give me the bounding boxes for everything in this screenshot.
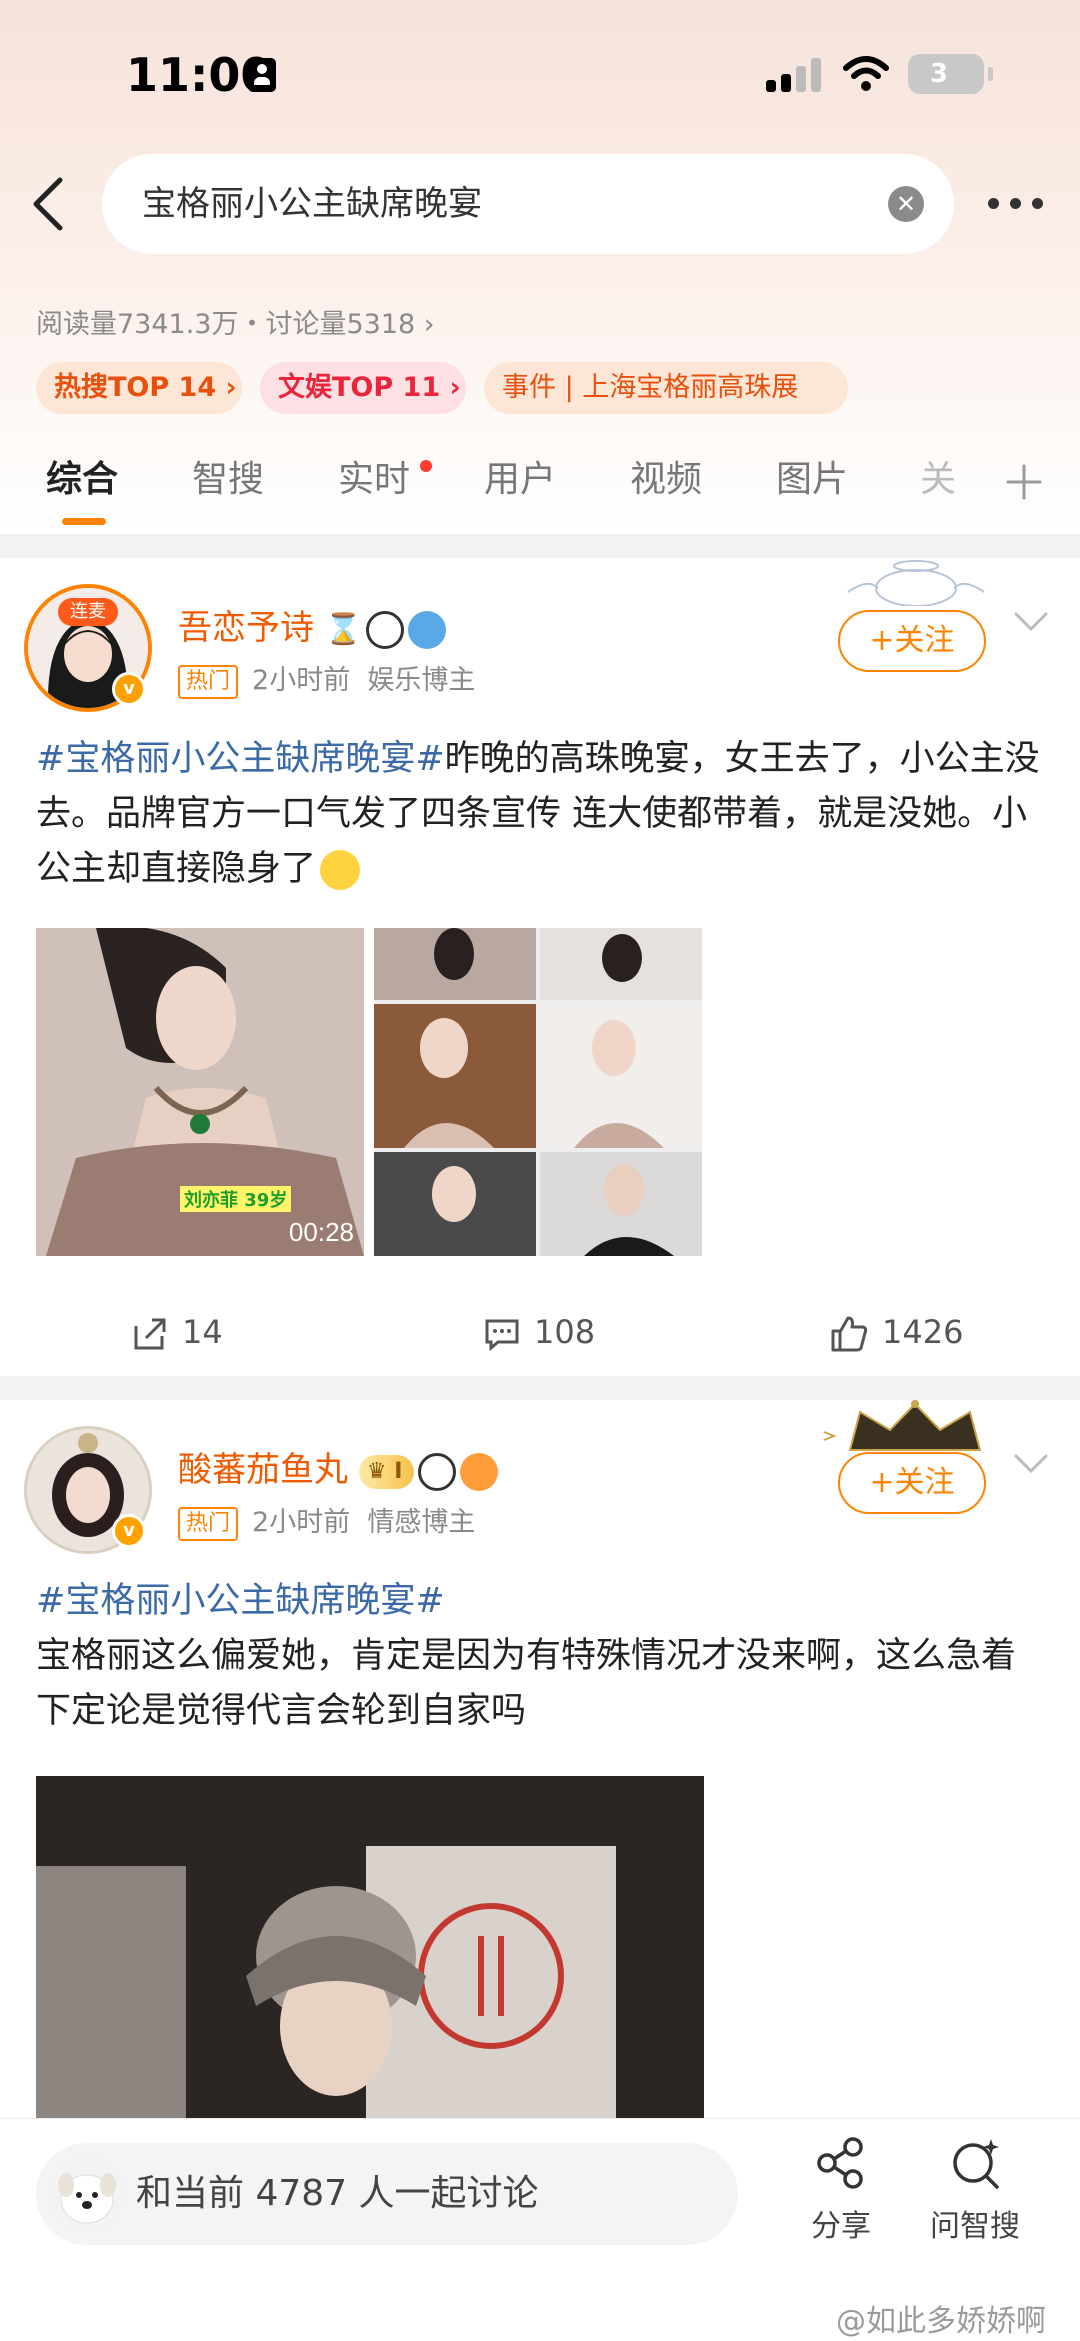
comment-icon — [485, 1319, 519, 1352]
tab-users[interactable]: 用户 — [484, 448, 556, 512]
post-time: 2小时前 — [252, 1507, 351, 1538]
bottom-bar: 和当前 4787 人一起讨论 分享 问智搜 — [0, 2118, 1080, 2278]
post-meta: 热门 2小时前 情感博主 — [178, 1500, 475, 1541]
tab-comprehensive[interactable]: 综合 — [46, 448, 118, 512]
tag-entertainment[interactable]: 文娱TOP 11 › — [260, 362, 466, 414]
verified-badge-icon: v — [112, 672, 146, 706]
search-query: 宝格丽小公主缺席晚宴 — [142, 184, 482, 224]
post-body-text: 宝格丽这么偏爱她，肯定是因为有特殊情况才没来啊，这么急着下定论是觉得代言会轮到自… — [36, 1636, 1017, 1731]
smart-search-icon — [953, 2139, 999, 2189]
tab-more-partial[interactable]: 关 — [920, 448, 956, 512]
add-tab-icon[interactable] — [1004, 462, 1044, 502]
discussion-text: 和当前 4787 人一起讨论 — [136, 2173, 539, 2214]
post-username[interactable]: 酸蕃茄鱼丸 ♛ I — [178, 1442, 499, 1491]
watermark: @如此多娇娇啊 — [836, 2304, 1046, 2339]
section-divider — [0, 534, 1080, 558]
video-caption-sticker: 刘亦菲 39岁 — [180, 1186, 292, 1212]
post-actions: 14 108 1426 — [0, 1292, 1080, 1372]
tab-videos[interactable]: 视频 — [630, 448, 702, 512]
post-username[interactable]: 吾恋予诗 ⌛ — [178, 600, 447, 649]
topic-stats[interactable]: 阅读量7341.3万・讨论量5318 › — [36, 302, 435, 341]
dog-avatar — [48, 2155, 126, 2233]
tab-bar: 综合 智搜 实时 用户 视频 图片 关 — [0, 448, 1080, 534]
verified-badge-icon: v — [112, 1514, 146, 1548]
join-discussion-button[interactable]: 和当前 4787 人一起讨论 — [36, 2143, 738, 2245]
photo-collage[interactable] — [374, 928, 702, 1256]
chevron-down-icon[interactable] — [1012, 610, 1050, 634]
battery-icon: 3 — [908, 54, 993, 94]
tab-images[interactable]: 图片 — [776, 448, 848, 512]
panda-icon — [366, 610, 405, 649]
repost-button[interactable]: 14 — [132, 1292, 223, 1372]
battery-level: 3 — [929, 59, 949, 89]
post-role: 情感博主 — [367, 1507, 476, 1538]
chevron-down-icon[interactable] — [1012, 1452, 1050, 1476]
wifi-icon — [843, 56, 889, 91]
crown-level-badge: ♛ I — [358, 1454, 415, 1489]
like-count: 1426 — [882, 1313, 964, 1351]
post-hashtag[interactable]: #宝格丽小公主缺席晚宴# — [36, 739, 445, 779]
clear-search-button[interactable]: ✕ — [888, 186, 924, 222]
video-duration: 00:28 — [288, 1217, 354, 1247]
share-button[interactable]: 分享 — [786, 2135, 896, 2245]
share-label: 分享 — [811, 2209, 871, 2244]
level-text: I — [394, 1458, 403, 1484]
tab-realtime[interactable]: 实时 — [338, 448, 410, 512]
hourglass-icon: ⌛ — [324, 612, 363, 647]
post-role: 娱乐博主 — [367, 665, 476, 696]
follow-button[interactable]: +关注 — [838, 610, 986, 672]
post-time: 2小时前 — [252, 665, 351, 696]
username-text: 吾恋予诗 — [178, 608, 314, 648]
tag-hot-search[interactable]: 热搜TOP 14 › — [36, 362, 242, 414]
comment-count: 108 — [534, 1313, 596, 1351]
ask-smart-search-button[interactable]: 问智搜 — [920, 2135, 1030, 2245]
ask-label: 问智搜 — [930, 2209, 1020, 2244]
panda-icon — [418, 1452, 457, 1491]
repost-icon — [134, 1318, 166, 1350]
post-body: #宝格丽小公主缺席晚宴#昨晚的高珠晚宴，女王去了，小公主没去。品牌官方一口气发了… — [36, 732, 1046, 897]
post-hashtag[interactable]: #宝格丽小公主缺席晚宴# — [36, 1574, 1046, 1629]
section-divider — [0, 1376, 1080, 1400]
status-bar: 11:00 3 — [0, 44, 1080, 108]
crown-decoration-icon — [820, 1400, 1010, 1456]
like-icon — [831, 1316, 868, 1352]
active-tab-indicator — [62, 518, 106, 525]
post-meta: 热门 2小时前 娱乐博主 — [178, 658, 475, 699]
live-tag: 连麦 — [58, 598, 118, 626]
comment-button[interactable]: 108 — [484, 1292, 595, 1372]
repost-count: 14 — [182, 1313, 223, 1351]
video-thumbnail[interactable]: 刘亦菲 39岁 00:28 — [36, 928, 364, 1256]
fish-icon — [460, 1452, 499, 1491]
username-text: 酸蕃茄鱼丸 — [178, 1450, 348, 1490]
new-content-dot — [420, 460, 432, 472]
post-card: v 酸蕃茄鱼丸 ♛ I 热门 2小时前 情感博主 +关注 #宝格丽小公主缺席晚宴#… — [0, 1400, 1080, 2120]
crying-emoji-icon — [320, 850, 361, 890]
tag-event[interactable]: 事件 | 上海宝格丽高珠展 — [484, 362, 848, 414]
tab-smart-search[interactable]: 智搜 — [192, 448, 264, 512]
post-image[interactable] — [36, 1776, 704, 2120]
follow-button[interactable]: +关注 — [838, 1452, 986, 1514]
more-options-icon[interactable] — [988, 198, 1044, 212]
contact-card-icon — [248, 58, 276, 92]
back-arrow-icon[interactable] — [24, 172, 72, 236]
like-button[interactable]: 1426 — [830, 1292, 963, 1372]
post-card: 连麦 v 吾恋予诗 ⌛ 热门 2小时前 娱乐博主 +关注 #宝格丽小公主缺席晚宴#… — [0, 558, 1080, 1376]
cat-decoration-icon — [838, 558, 994, 607]
hot-label: 热门 — [178, 664, 239, 699]
search-input[interactable]: 宝格丽小公主缺席晚宴 ✕ — [102, 154, 954, 254]
cellular-signal-icon — [766, 58, 826, 92]
bird-icon — [408, 610, 447, 649]
share-icon — [817, 2137, 863, 2189]
hot-label: 热门 — [178, 1506, 239, 1541]
post-body: #宝格丽小公主缺席晚宴# 宝格丽这么偏爱她，肯定是因为有特殊情况才没来啊，这么急… — [36, 1574, 1046, 1739]
